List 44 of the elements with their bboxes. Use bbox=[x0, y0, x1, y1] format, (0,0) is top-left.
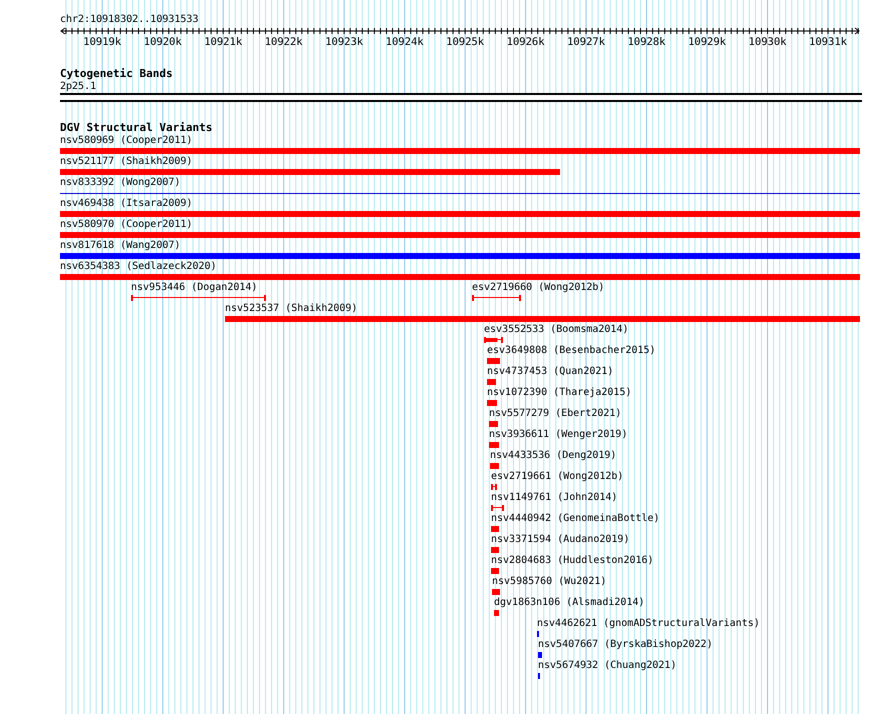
location-label: chr2:10918302..10931533 bbox=[60, 14, 198, 26]
variant-label: nsv4462621 (gnomADStructuralVariants) bbox=[537, 618, 760, 630]
band-label: 2p25.1 bbox=[60, 81, 96, 93]
variant-label: esv3552533 (Boomsma2014) bbox=[484, 324, 628, 336]
variant-label: nsv469438 (Itsara2009) bbox=[60, 198, 192, 210]
ruler-tick-label: 10928k bbox=[628, 36, 666, 48]
variant-label: nsv4433536 (Deng2019) bbox=[490, 450, 616, 462]
variant-label: esv3649808 (Besenbacher2015) bbox=[487, 345, 656, 357]
variant-label: nsv4440942 (GenomeinaBottle) bbox=[491, 513, 660, 525]
ruler-tick-label: 10922k bbox=[264, 36, 303, 48]
variant-label: nsv817618 (Wang2007) bbox=[60, 240, 180, 252]
variant-label: dgv1863n106 (Alsmadi2014) bbox=[494, 597, 645, 609]
ruler-tick-label: 10924k bbox=[386, 36, 424, 48]
variant-label: nsv6354383 (Sedlazeck2020) bbox=[60, 261, 217, 273]
variant-label: nsv3371594 (Audano2019) bbox=[491, 534, 630, 546]
variant-label: nsv5985760 (Wu2021) bbox=[492, 576, 606, 588]
ruler-tick-label: 10926k bbox=[506, 36, 545, 48]
ruler-tick-label: 10925k bbox=[446, 36, 484, 48]
variant-label: nsv4737453 (Quan2021) bbox=[487, 366, 614, 378]
variant-label: nsv1149761 (John2014) bbox=[491, 492, 618, 504]
variant-label: nsv5577279 (Ebert2021) bbox=[489, 408, 622, 420]
variant-label: esv2719660 (Wong2012b) bbox=[472, 282, 604, 294]
variant-label: esv2719661 (Wong2012b) bbox=[491, 471, 624, 483]
ruler-tick-label: 10919k bbox=[83, 36, 122, 48]
variant-label: nsv523537 (Shaikh2009) bbox=[225, 303, 358, 315]
ruler-tick-label: 10921k bbox=[204, 36, 242, 48]
ruler-tick-label: 10930k bbox=[748, 36, 786, 48]
ruler-tick-label: 10923k bbox=[325, 36, 364, 48]
variant-label: nsv5407667 (ByrskaBishop2022) bbox=[538, 639, 713, 651]
variant-label: nsv580969 (Cooper2011) bbox=[60, 135, 192, 147]
ruler-tick-label: 10931k bbox=[809, 36, 847, 48]
variant-label: nsv3936611 (Wenger2019) bbox=[489, 429, 628, 441]
track-title: DGV Structural Variants bbox=[60, 121, 212, 135]
variant-label: nsv2804683 (Huddleston2016) bbox=[491, 555, 654, 567]
variant-label: nsv5674932 (Chuang2021) bbox=[538, 660, 676, 672]
track-title: Cytogenetic Bands bbox=[60, 67, 173, 81]
variant-label: nsv580970 (Cooper2011) bbox=[60, 219, 192, 231]
ruler-tick-label: 10929k bbox=[688, 36, 726, 48]
variant-label: nsv521177 (Shaikh2009) bbox=[60, 156, 192, 168]
ruler-tick-label: 10920k bbox=[144, 36, 182, 48]
ruler-tick-label: 10927k bbox=[567, 36, 606, 48]
variant-label: nsv953446 (Dogan2014) bbox=[131, 282, 258, 294]
variant-label: nsv833392 (Wong2007) bbox=[60, 177, 180, 189]
variant-label: nsv1072390 (Thareja2015) bbox=[487, 387, 632, 399]
